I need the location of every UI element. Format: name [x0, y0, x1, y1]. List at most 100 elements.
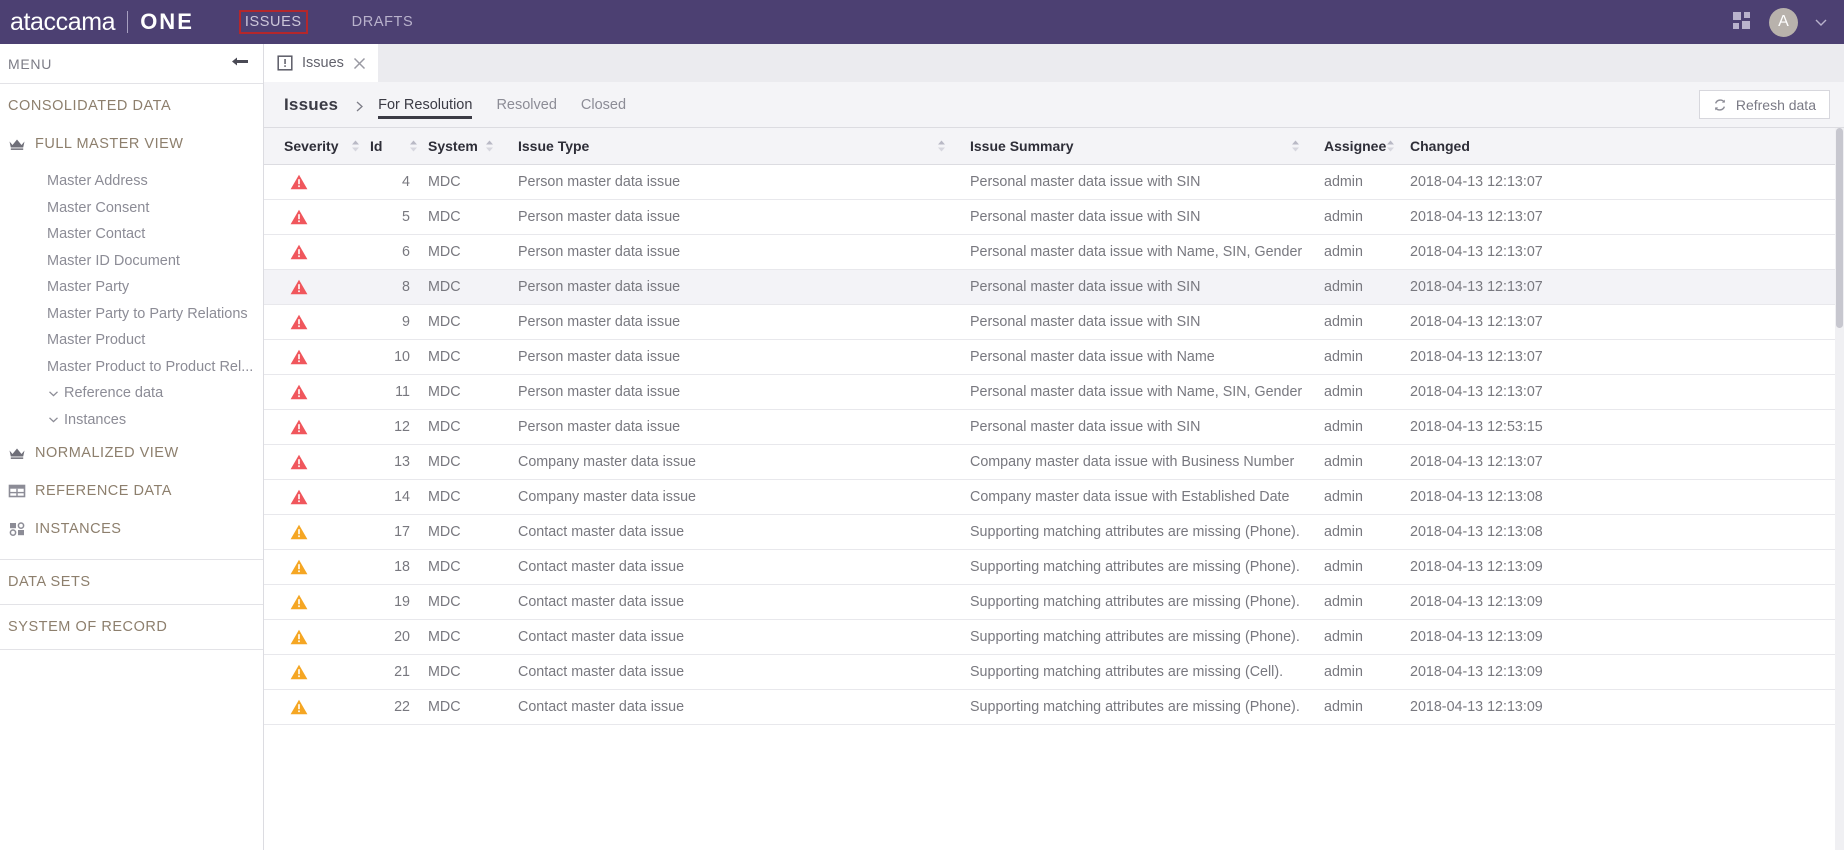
- sort-icon[interactable]: [1386, 139, 1395, 153]
- avatar[interactable]: A: [1769, 7, 1798, 37]
- nav-item-issues[interactable]: ISSUES: [238, 10, 308, 34]
- cell-system: MDC: [428, 654, 504, 690]
- sidebar-item-master-contact[interactable]: Master Contact: [0, 221, 263, 248]
- sidebar-item-master-consent[interactable]: Master Consent: [0, 195, 263, 222]
- cell-system: MDC: [428, 269, 504, 305]
- sidebar-item-label: REFERENCE DATA: [35, 483, 172, 499]
- sidebar-item-master-party[interactable]: Master Party: [0, 274, 263, 301]
- sidebar-section-data-sets[interactable]: DATA SETS: [0, 560, 263, 605]
- scrollbar-thumb[interactable]: [1836, 128, 1843, 328]
- table-row[interactable]: 9 MDC Person master data issue Personal mas…: [264, 304, 1844, 340]
- cell-system: MDC: [428, 409, 504, 445]
- tab-closed[interactable]: Closed: [581, 84, 626, 125]
- cell-issue-type: Company master data issue: [504, 479, 956, 515]
- cell-assignee: admin: [1310, 584, 1396, 620]
- cell-changed: 2018-04-13 12:13:09: [1396, 654, 1844, 690]
- sidebar-subgroup-reference-data[interactable]: Reference data: [0, 380, 263, 407]
- table-row[interactable]: 21 MDC Contact master data issue Supporting…: [264, 654, 1844, 690]
- cell-id: 18: [370, 549, 428, 585]
- column-header-system[interactable]: System: [428, 128, 504, 165]
- column-label: Changed: [1410, 138, 1470, 154]
- severity-high-icon: [290, 349, 370, 365]
- collapse-panel-icon[interactable]: [231, 57, 249, 71]
- table-row[interactable]: 14 MDC Company master data issue Company ma…: [264, 479, 1844, 515]
- cell-severity: [264, 164, 370, 200]
- refresh-data-button[interactable]: Refresh data: [1698, 90, 1830, 119]
- tab-issues[interactable]: Issues: [264, 44, 378, 82]
- apps-grid-icon[interactable]: [1733, 12, 1753, 32]
- cell-system: MDC: [428, 444, 504, 480]
- sidebar-subgroup-label: Reference data: [64, 385, 164, 402]
- cell-changed: 2018-04-13 12:13:07: [1396, 234, 1844, 270]
- table-row[interactable]: 5 MDC Person master data issue Personal mas…: [264, 199, 1844, 235]
- brand-separator: [127, 11, 129, 33]
- column-header-id[interactable]: Id: [370, 128, 428, 165]
- severity-high-icon: [290, 454, 370, 470]
- table-row[interactable]: 20 MDC Contact master data issue Supporting…: [264, 619, 1844, 655]
- cell-system: MDC: [428, 164, 504, 200]
- cell-id: 22: [370, 689, 428, 725]
- sidebar-subgroup-instances[interactable]: Instances: [0, 407, 263, 434]
- issues-table-container: Severity Id System Issue Type Issue Summ…: [264, 128, 1844, 850]
- cell-issue-type: Contact master data issue: [504, 689, 956, 725]
- cell-issue-summary: Supporting matching attributes are missi…: [956, 654, 1310, 690]
- cell-issue-type: Contact master data issue: [504, 549, 956, 585]
- sidebar-section-system-of-record[interactable]: SYSTEM OF RECORD: [0, 605, 263, 650]
- brand-logo[interactable]: ataccama ONE: [10, 8, 194, 37]
- table-row[interactable]: 4 MDC Person master data issue Personal mas…: [264, 164, 1844, 200]
- chevron-right-icon: [354, 99, 365, 112]
- sort-icon[interactable]: [409, 139, 418, 153]
- cell-changed: 2018-04-13 12:13:09: [1396, 584, 1844, 620]
- sidebar-item-master-address[interactable]: Master Address: [0, 168, 263, 195]
- cell-assignee: admin: [1310, 269, 1396, 305]
- table-row[interactable]: 8 MDC Person master data issue Personal mas…: [264, 269, 1844, 305]
- table-row[interactable]: 10 MDC Person master data issue Personal ma…: [264, 339, 1844, 375]
- sort-icon[interactable]: [1291, 139, 1300, 153]
- close-icon[interactable]: [353, 57, 366, 70]
- table-row[interactable]: 6 MDC Person master data issue Personal mas…: [264, 234, 1844, 270]
- sidebar-item-master-party-to-party-relations[interactable]: Master Party to Party Relations: [0, 301, 263, 328]
- sidebar-item-full-master-view[interactable]: FULL MASTER VIEW: [0, 130, 263, 158]
- table-row[interactable]: 13 MDC Company master data issue Company ma…: [264, 444, 1844, 480]
- cell-issue-type: Company master data issue: [504, 444, 956, 480]
- sort-icon[interactable]: [485, 139, 494, 153]
- column-header-severity[interactable]: Severity: [264, 128, 370, 165]
- column-header-issue-summary[interactable]: Issue Summary: [956, 128, 1310, 165]
- cell-issue-type: Person master data issue: [504, 269, 956, 305]
- cell-id: 8: [370, 269, 428, 305]
- cell-changed: 2018-04-13 12:13:07: [1396, 199, 1844, 235]
- table-icon: [8, 482, 26, 500]
- column-header-changed[interactable]: Changed: [1396, 128, 1844, 165]
- sort-icon[interactable]: [351, 139, 360, 153]
- sidebar-item-master-product[interactable]: Master Product: [0, 327, 263, 354]
- sidebar-item-reference-data[interactable]: REFERENCE DATA: [0, 477, 263, 505]
- table-row[interactable]: 19 MDC Contact master data issue Supporting…: [264, 584, 1844, 620]
- chevron-down-icon[interactable]: [1814, 15, 1828, 29]
- cell-assignee: admin: [1310, 444, 1396, 480]
- column-label: System: [428, 138, 478, 154]
- nav-item-drafts[interactable]: DRAFTS: [347, 11, 419, 33]
- tab-resolved[interactable]: Resolved: [496, 84, 556, 125]
- table-row[interactable]: 18 MDC Contact master data issue Supporting…: [264, 549, 1844, 585]
- sidebar-item-master-id-document[interactable]: Master ID Document: [0, 248, 263, 275]
- sidebar-item-normalized-view[interactable]: NORMALIZED VIEW: [0, 439, 263, 467]
- sidebar-item-instances[interactable]: INSTANCES: [0, 515, 263, 543]
- column-header-assignee[interactable]: Assignee: [1310, 128, 1396, 165]
- page-title: Issues: [284, 94, 339, 114]
- cell-severity: [264, 444, 370, 480]
- table-row[interactable]: 12 MDC Person master data issue Personal ma…: [264, 409, 1844, 445]
- cell-system: MDC: [428, 584, 504, 620]
- vertical-scrollbar[interactable]: [1835, 128, 1844, 850]
- section-title-data-sets: DATA SETS: [8, 574, 91, 590]
- cell-issue-summary: Supporting matching attributes are missi…: [956, 619, 1310, 655]
- cell-id: 14: [370, 479, 428, 515]
- sort-icon[interactable]: [937, 139, 946, 153]
- sidebar-item-master-product-to-product-rel[interactable]: Master Product to Product Rel...: [0, 354, 263, 381]
- table-row[interactable]: 22 MDC Contact master data issue Supporting…: [264, 689, 1844, 725]
- table-row[interactable]: 17 MDC Contact master data issue Supporting…: [264, 514, 1844, 550]
- tab-for-resolution[interactable]: For Resolution: [378, 84, 473, 125]
- sidebar-item-label: INSTANCES: [35, 521, 122, 537]
- column-header-issue-type[interactable]: Issue Type: [504, 128, 956, 165]
- table-row[interactable]: 11 MDC Person master data issue Personal ma…: [264, 374, 1844, 410]
- top-bar-actions: A: [1733, 7, 1828, 37]
